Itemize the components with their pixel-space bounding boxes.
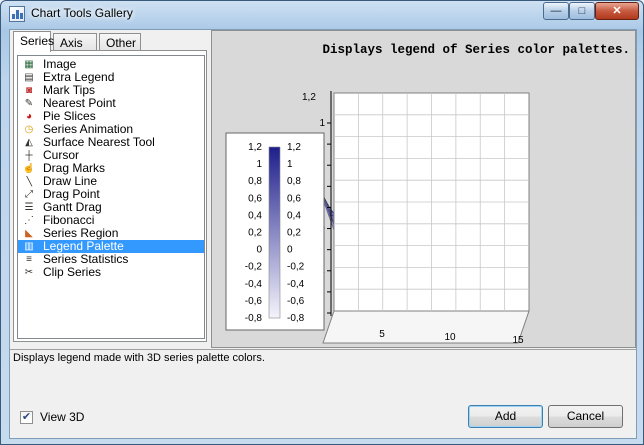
legend-left-label: 0 — [256, 245, 262, 256]
legend-palette-icon: ▥ — [24, 241, 34, 252]
fibonacci-icon: ⋰ — [24, 215, 34, 226]
view-3d-label: View 3D — [40, 410, 85, 424]
series-tab-panel: ▦ Image ▤ Extra Legend ◙ Mark Tips ✎ Nearest Po… — [13, 50, 207, 342]
tool-item-label: Nearest Point — [43, 96, 116, 110]
tool-list[interactable]: ▦ Image ▤ Extra Legend ◙ Mark Tips ✎ Nearest Po… — [17, 55, 205, 339]
maximize-button[interactable]: □ — [569, 2, 595, 20]
nearest-point-icon: ✎ — [24, 98, 34, 109]
palette-color-bar — [268, 146, 281, 319]
title-bar[interactable]: Chart Tools Gallery — □ ✕ — [1, 1, 643, 27]
surface-nearest-icon: ◭ — [25, 137, 33, 148]
legend-left-label: -0,8 — [245, 313, 263, 324]
legend-right-label: -0,6 — [287, 296, 305, 307]
legend-left-label: 0,4 — [248, 210, 262, 221]
legend-left-label: 0,2 — [248, 228, 262, 239]
legend-left-label: -0,2 — [245, 262, 263, 273]
tool-item-clip-series[interactable]: ✂ Clip Series — [18, 266, 204, 279]
x-axis-label: 15 — [512, 335, 524, 346]
view-3d-checkbox[interactable]: ✔ — [20, 411, 33, 424]
clip-series-icon: ✂ — [24, 267, 34, 278]
legend-right-label: 0,2 — [287, 228, 301, 239]
tool-item-label: Mark Tips — [43, 83, 96, 97]
cursor-icon: ┼ — [25, 150, 33, 161]
tool-item-label: Extra Legend — [43, 70, 115, 84]
tool-item-label: Series Statistics — [43, 252, 129, 266]
maximize-icon: □ — [578, 5, 586, 17]
tool-item-label: Cursor — [43, 148, 80, 162]
legend-right-label: 1,2 — [287, 142, 301, 153]
tool-item-label: Pie Slices — [43, 109, 96, 123]
legend-left-label: 1 — [256, 159, 262, 170]
client-area: Series Axis Other ▦ Image ▤ Extra Legend ◙ Ma… — [9, 29, 637, 439]
y-axis-label: 1 — [319, 118, 325, 129]
minimize-button[interactable]: — — [543, 2, 569, 20]
tool-item-label: Surface Nearest Tool — [43, 135, 155, 149]
legend-right-label: -0,4 — [287, 279, 305, 290]
bottom-bar: ✔ View 3D Add Cancel — [10, 401, 636, 438]
tool-item-label: Drag Marks — [43, 161, 106, 175]
series-region-icon: ◣ — [25, 228, 33, 239]
pie-slices-icon: ◕ — [25, 111, 33, 122]
tool-item-label: Legend Palette — [43, 239, 124, 253]
chart-axes: 1,210,80,60,40,20-0,2-0,4-0,6-0,851015 — [302, 91, 530, 346]
floor-wall — [322, 310, 530, 344]
tab-other[interactable]: Other — [99, 33, 141, 51]
series-animation-icon: ◷ — [24, 124, 34, 135]
mark-tips-icon: ◙ — [25, 85, 33, 96]
extra-legend-icon: ▤ — [24, 72, 34, 83]
gantt-drag-icon: ☰ — [24, 202, 34, 213]
z-axis-top-label: 1,2 — [302, 92, 316, 103]
x-axis-label: 5 — [379, 329, 385, 340]
series-statistics-icon: ≡ — [26, 254, 32, 265]
drag-point-icon: ⤢ — [25, 189, 33, 200]
add-button[interactable]: Add — [468, 405, 543, 428]
tool-description: Displays legend made with 3D series pale… — [10, 349, 636, 401]
chart-canvas: Displays legend of Series color palettes… — [225, 43, 630, 346]
drag-marks-icon: ☝ — [22, 163, 36, 174]
legend-right-label: -0,8 — [287, 313, 305, 324]
tool-item-label: Fibonacci — [43, 213, 95, 227]
tool-item-label: Draw Line — [43, 174, 98, 188]
legend-right-label: 1 — [287, 159, 293, 170]
tool-item-label: Drag Point — [43, 187, 100, 201]
window-title: Chart Tools Gallery — [31, 6, 133, 20]
close-button[interactable]: ✕ — [595, 2, 639, 20]
chart-app-icon — [9, 6, 25, 22]
checkmark-icon: ✔ — [21, 411, 32, 423]
legend-left-label: 1,2 — [248, 142, 262, 153]
minimize-icon: — — [550, 5, 562, 17]
tab-axis[interactable]: Axis — [53, 33, 97, 51]
tool-item-label: Series Region — [43, 226, 119, 240]
cancel-button[interactable]: Cancel — [548, 405, 623, 428]
chart-tools-gallery-window: Chart Tools Gallery — □ ✕ Series Axis Ot… — [0, 0, 644, 445]
chart-preview: Displays legend of Series color palettes… — [211, 30, 636, 348]
legend-right-label: 0,8 — [287, 176, 301, 187]
legend-right-label: -0,2 — [287, 262, 305, 273]
legend-left-label: 0,6 — [248, 193, 262, 204]
tool-item-label: Image — [43, 57, 77, 71]
legend-right-label: 0,4 — [287, 210, 301, 221]
tool-item-label: Clip Series — [43, 265, 102, 279]
legend-left-label: -0,4 — [245, 279, 263, 290]
tool-item-label: Gantt Drag — [43, 200, 102, 214]
tool-item-label: Series Animation — [43, 122, 134, 136]
chart-title: Displays legend of Series color palettes… — [322, 43, 630, 57]
legend-left-label: -0,6 — [245, 296, 263, 307]
legend-left-label: 0,8 — [248, 176, 262, 187]
x-axis-label: 10 — [444, 332, 456, 343]
legend-right-label: 0 — [287, 245, 293, 256]
legend-right-label: 0,6 — [287, 193, 301, 204]
palette-legend: 1,2 1,2 1 1 0,8 0,8 0,6 0,6 0,4 0,4 0,2 0,2 0 0 -0,2 -0… — [225, 132, 325, 331]
close-icon: ✕ — [612, 5, 622, 17]
image-icon: ▦ — [24, 59, 34, 70]
tab-series[interactable]: Series — [13, 31, 54, 52]
draw-line-icon: ╲ — [25, 176, 33, 187]
